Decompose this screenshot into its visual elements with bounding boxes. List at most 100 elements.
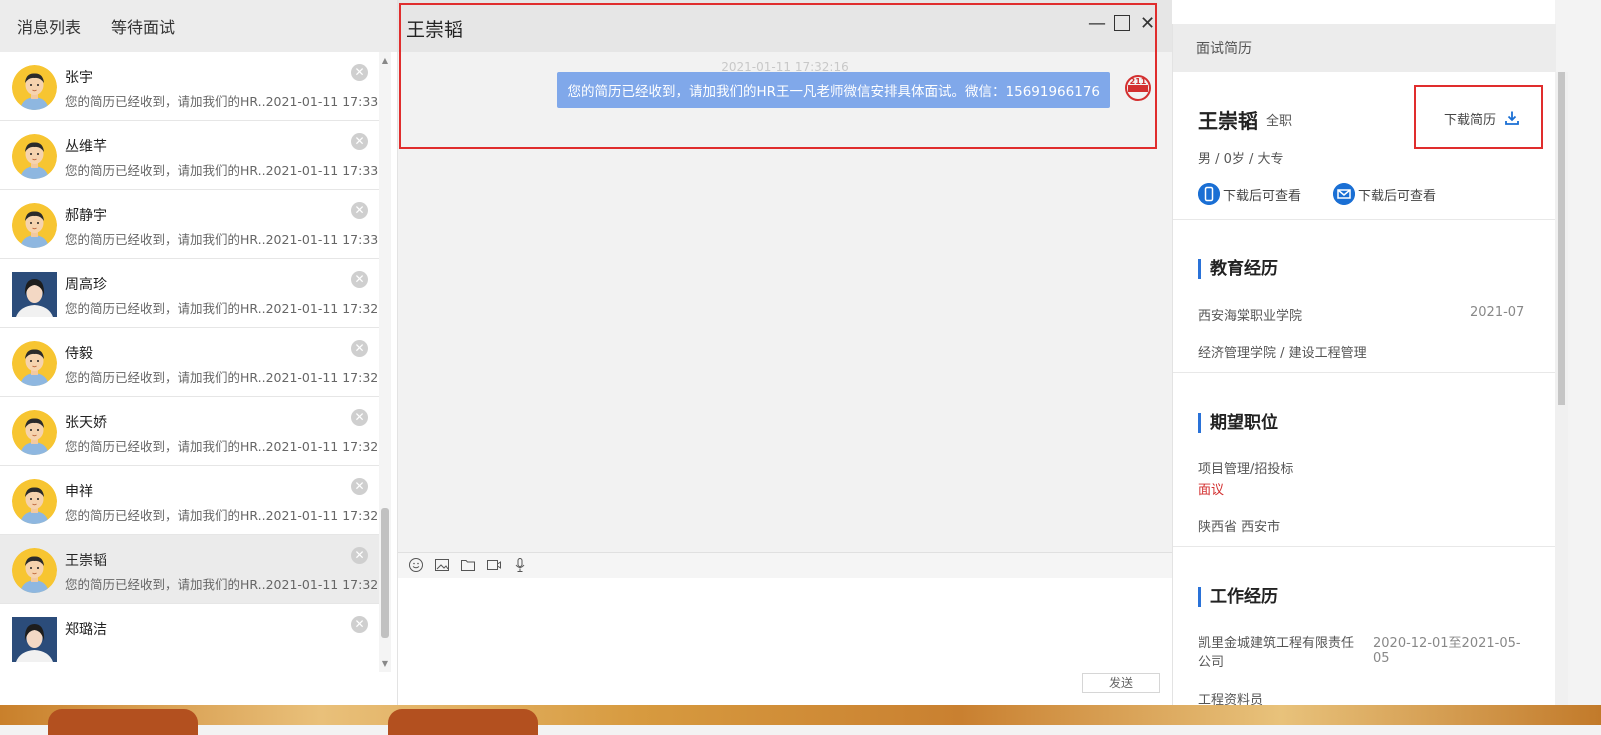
conversation-item[interactable]: 郑璐洁 ✕: [0, 604, 379, 672]
message-input[interactable]: 发送: [398, 578, 1172, 705]
preview-time: 2021-01-11 17:33:14: [265, 163, 379, 178]
conversation-name: 郑璐洁: [65, 622, 107, 638]
conversation-preview: 您的简历已经收到，请加我们的HR..2021-01-11 17:32:27: [65, 436, 379, 455]
phone-label: 下载后可查看: [1223, 188, 1302, 204]
avatar: [12, 410, 57, 455]
school-name: 西安海棠职业学院: [1198, 309, 1303, 324]
conversation-name: 申祥: [65, 484, 93, 500]
conversation-item[interactable]: 周高珍您的简历已经收到，请加我们的HR..2021-01-11 17:32:40…: [0, 259, 379, 328]
folder-icon[interactable]: [460, 557, 476, 573]
tab-message-list[interactable]: 消息列表: [17, 14, 81, 38]
remove-conversation-icon[interactable]: ✕: [351, 64, 368, 81]
conversation-item[interactable]: 丛维芊您的简历已经收到，请加我们的HR..2021-01-11 17:33:14…: [0, 121, 379, 190]
conversation-panel: 消息列表 等待面试 张宇 您的简历已经收到，请加我们的HR..2021-01-11…: [0, 0, 398, 705]
preview-text: 您的简历已经收到，请加我们的HR..: [65, 94, 266, 109]
preview-time: 2021-01-11 17:32:16: [265, 577, 379, 592]
remove-conversation-icon[interactable]: ✕: [351, 478, 368, 495]
avatar: [12, 479, 57, 524]
divider: [1173, 546, 1556, 547]
resume-scroll-thumb[interactable]: [1558, 72, 1565, 405]
conversation-item[interactable]: 申祥您的简历已经收到，请加我们的HR..2021-01-11 17:32:23 ✕: [0, 466, 379, 535]
preview-time: 2021-01-11 17:32:40: [265, 301, 379, 316]
remove-conversation-icon[interactable]: ✕: [351, 409, 368, 426]
conversation-name: 丛维芊: [65, 139, 107, 155]
work-title: 工作经历: [1198, 587, 1278, 607]
expected-location: 陕西省 西安市: [1198, 520, 1281, 535]
emoji-icon[interactable]: [408, 557, 424, 573]
tab-waiting-interview[interactable]: 等待面试: [111, 14, 175, 38]
work-period-line2: 05: [1373, 651, 1390, 666]
avatar: [12, 203, 57, 248]
preview-time: 2021-01-11 17:33:17: [265, 94, 379, 109]
candidate-name: 王崇韬: [1198, 109, 1258, 133]
highlight-box: [399, 3, 1157, 149]
preview-text: 您的简历已经收到，请加我们的HR..: [65, 232, 266, 247]
resume-topbar: [1172, 0, 1555, 24]
email-contact[interactable]: 下载后可查看: [1333, 183, 1436, 205]
resume-scrollbar[interactable]: [1555, 72, 1568, 705]
highlight-box: [1414, 85, 1543, 149]
photo-avatar-icon: [12, 617, 57, 662]
preview-text: 您的简历已经收到，请加我们的HR..: [65, 163, 266, 178]
conversation-preview: 您的简历已经收到，请加我们的HR..2021-01-11 17:32:23: [65, 505, 379, 524]
remove-conversation-icon[interactable]: ✕: [351, 616, 368, 633]
background-button: [48, 709, 198, 735]
remove-conversation-icon[interactable]: ✕: [351, 547, 368, 564]
conversation-item[interactable]: 侍毅您的简历已经收到，请加我们的HR..2021-01-11 17:32:35 ✕: [0, 328, 379, 397]
work-period-line1: 2020-12-01至2021-05-: [1373, 636, 1521, 651]
avatar: [12, 617, 57, 662]
education-title: 教育经历: [1198, 259, 1278, 279]
conversation-list: 张宇您的简历已经收到，请加我们的HR..2021-01-11 17:33:17✕…: [0, 52, 379, 672]
candidate-basic-info: 男 / 0岁 / 大专: [1198, 152, 1284, 167]
job-role: 工程资料员: [1198, 693, 1264, 705]
email-label: 下载后可查看: [1358, 188, 1437, 204]
avatar: [12, 272, 57, 317]
cartoon-avatar-icon: [12, 65, 57, 110]
preview-text: 您的简历已经收到，请加我们的HR..: [65, 301, 266, 316]
preview-time: 2021-01-11 17:32:27: [265, 439, 379, 454]
preview-text: 您的简历已经收到，请加我们的HR..: [65, 577, 266, 592]
conversation-name: 侍毅: [65, 346, 93, 362]
remove-conversation-icon[interactable]: ✕: [351, 340, 368, 357]
resume-header: 面试简历: [1173, 24, 1556, 72]
conversation-preview: 您的简历已经收到，请加我们的HR..2021-01-11 17:33:17: [65, 91, 379, 110]
conversation-name: 王崇韬: [65, 553, 107, 569]
conversation-item[interactable]: 郝静宇您的简历已经收到，请加我们的HR..2021-01-11 17:33:08…: [0, 190, 379, 259]
remove-conversation-icon[interactable]: ✕: [351, 133, 368, 150]
job-type: 全职: [1266, 114, 1293, 129]
scroll-thumb[interactable]: [381, 508, 389, 638]
avatar: [12, 341, 57, 386]
cartoon-avatar-icon: [12, 548, 57, 593]
scroll-down-arrow-icon[interactable]: ▼: [379, 659, 391, 668]
microphone-icon[interactable]: [512, 557, 528, 573]
conversation-item[interactable]: 张宇您的简历已经收到，请加我们的HR..2021-01-11 17:33:17 ✕: [0, 52, 379, 121]
remove-conversation-icon[interactable]: ✕: [351, 202, 368, 219]
conversation-scrollbar[interactable]: ▲ ▼: [379, 52, 391, 672]
major: 经济管理学院 / 建设工程管理: [1198, 346, 1367, 361]
preview-text: 您的简历已经收到，请加我们的HR..: [65, 508, 266, 523]
conversation-item[interactable]: 张天娇您的简历已经收到，请加我们的HR..2021-01-11 17:32:27…: [0, 397, 379, 466]
divider: [1173, 372, 1556, 373]
company-name: 凯里金城建筑工程有限责任 公司: [1198, 632, 1354, 670]
video-icon[interactable]: [486, 557, 502, 573]
conversation-preview: 您的简历已经收到，请加我们的HR..2021-01-11 17:32:40: [65, 298, 379, 317]
send-button[interactable]: 发送: [1082, 673, 1160, 693]
avatar: [12, 548, 57, 593]
cartoon-avatar-icon: [12, 341, 57, 386]
conversation-preview: 您的简历已经收到，请加我们的HR..2021-01-11 17:33:14: [65, 160, 379, 179]
chat-toolbar: [398, 552, 1172, 579]
company-name-line1: 凯里金城建筑工程有限责任: [1198, 636, 1355, 651]
cartoon-avatar-icon: [12, 203, 57, 248]
scroll-up-arrow-icon[interactable]: ▲: [379, 56, 391, 65]
preview-time: 2021-01-11 17:33:08: [265, 232, 379, 247]
conversation-item[interactable]: 王崇韬您的简历已经收到，请加我们的HR..2021-01-11 17:32:16…: [0, 535, 379, 604]
background-button: [388, 709, 538, 735]
avatar: [12, 134, 57, 179]
phone-contact[interactable]: 下载后可查看: [1198, 183, 1301, 205]
cartoon-avatar-icon: [12, 410, 57, 455]
remove-conversation-icon[interactable]: ✕: [351, 271, 368, 288]
expected-salary: 面议: [1198, 483, 1225, 498]
divider: [1173, 219, 1556, 220]
conversation-name: 张宇: [65, 70, 93, 86]
image-icon[interactable]: [434, 557, 450, 573]
